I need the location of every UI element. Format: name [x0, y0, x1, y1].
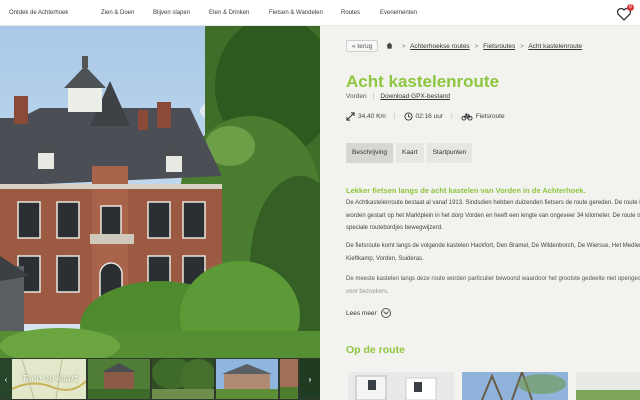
tab-startpunten[interactable]: Startpunten	[426, 143, 473, 163]
gallery-next-button[interactable]: ›	[300, 359, 320, 399]
breadcrumb-achterhoekse-routes[interactable]: Achterhoekse routes	[410, 43, 470, 50]
chevron-right-icon: ›	[308, 374, 312, 384]
route-location: Vorden	[346, 93, 367, 100]
description-lead: Lekker fietsen langs de acht kastelen va…	[346, 186, 586, 195]
main-navigation: Ontdek de Achterhoek Zien & Doen Blijven…	[0, 0, 640, 26]
nav-item-ontdek[interactable]: Ontdek de Achterhoek	[9, 10, 101, 16]
download-gpx-link[interactable]: Download GPX-bestand	[380, 93, 450, 100]
nav-item-blijven-slapen[interactable]: Blijven slapen	[153, 10, 209, 16]
on-route-heading: Op de route	[346, 344, 405, 356]
chevron-down-icon	[380, 308, 391, 318]
on-route-card[interactable]	[348, 372, 454, 400]
route-subtitle: Vorden | Download GPX-bestand	[346, 93, 451, 100]
tab-kaart[interactable]: Kaart	[396, 143, 424, 163]
clock-icon	[403, 112, 413, 121]
gallery-thumbnail[interactable]	[280, 359, 298, 399]
chevron-left-icon: ‹	[4, 374, 8, 384]
show-on-map-thumbnail[interactable]: Toon op kaart	[12, 359, 86, 399]
page-title: Acht kastelenroute	[346, 72, 500, 91]
read-more-label: Lees meer	[346, 309, 377, 317]
hero-photo-castle[interactable]	[0, 26, 320, 358]
breadcrumb-separator: >	[474, 43, 479, 50]
nav-item-fietsen-wandelen[interactable]: Fietsen & Wandelen	[269, 10, 341, 16]
distance-icon	[346, 112, 355, 121]
back-button[interactable]: « terug	[346, 40, 379, 52]
route-detail-panel: « terug > Achterhoekse routes > Fietsrou…	[320, 26, 640, 400]
on-route-card-image	[462, 372, 568, 400]
on-route-card[interactable]	[462, 372, 568, 400]
gallery-thumbnail[interactable]	[88, 359, 150, 399]
tab-beschrijving[interactable]: Beschrijving	[346, 143, 394, 163]
nav-item-zien-doen[interactable]: Zien & Doen	[101, 10, 153, 16]
text-fade-overlay	[320, 283, 640, 303]
on-route-card-image	[348, 372, 454, 400]
breadcrumb-current-route[interactable]: Acht kastelenroute	[528, 43, 582, 50]
favorites-button[interactable]: 0	[616, 4, 634, 22]
on-route-card-image	[576, 372, 640, 400]
favorites-count-badge: 0	[627, 4, 634, 11]
route-distance: 34,40 Km	[358, 113, 386, 120]
gallery-prev-button[interactable]: ‹	[0, 359, 12, 399]
breadcrumb-separator: >	[401, 43, 406, 50]
castle-image	[0, 26, 320, 358]
gallery-thumbnail[interactable]	[152, 359, 214, 399]
bicycle-icon	[461, 113, 473, 121]
description-paragraph: De Achtkastelenroute bestaat al vanaf 19…	[346, 200, 640, 231]
nav-item-eten-drinken[interactable]: Eten & Drinken	[209, 10, 269, 16]
on-route-card[interactable]	[576, 372, 640, 400]
read-more-button[interactable]: Lees meer	[346, 308, 391, 318]
photo-thumbnail-strip: ‹ Toon op kaart ›	[0, 358, 320, 400]
nav-item-evenementen[interactable]: Evenementen	[380, 10, 440, 16]
route-type: Fietsroute	[475, 113, 505, 120]
breadcrumb: > Achterhoekse routes > Fietsroutes > Ac…	[386, 42, 582, 50]
home-icon[interactable]	[386, 42, 393, 49]
route-duration: 02:16 uur	[415, 113, 443, 120]
show-on-map-label: Toon op kaart	[22, 374, 78, 383]
nav-item-routes[interactable]: Routes	[341, 10, 380, 16]
breadcrumb-separator: >	[520, 43, 524, 50]
description-paragraph: De fietsroute komt langs de volgende kas…	[346, 243, 640, 262]
route-stats: 34,40 Km | 02:16 uur | Fietsroute	[346, 112, 505, 121]
route-tabs: Beschrijving Kaart Startpunten	[346, 143, 475, 163]
gallery-thumbnail[interactable]	[216, 359, 278, 399]
breadcrumb-fietsroutes[interactable]: Fietsroutes	[483, 43, 515, 50]
